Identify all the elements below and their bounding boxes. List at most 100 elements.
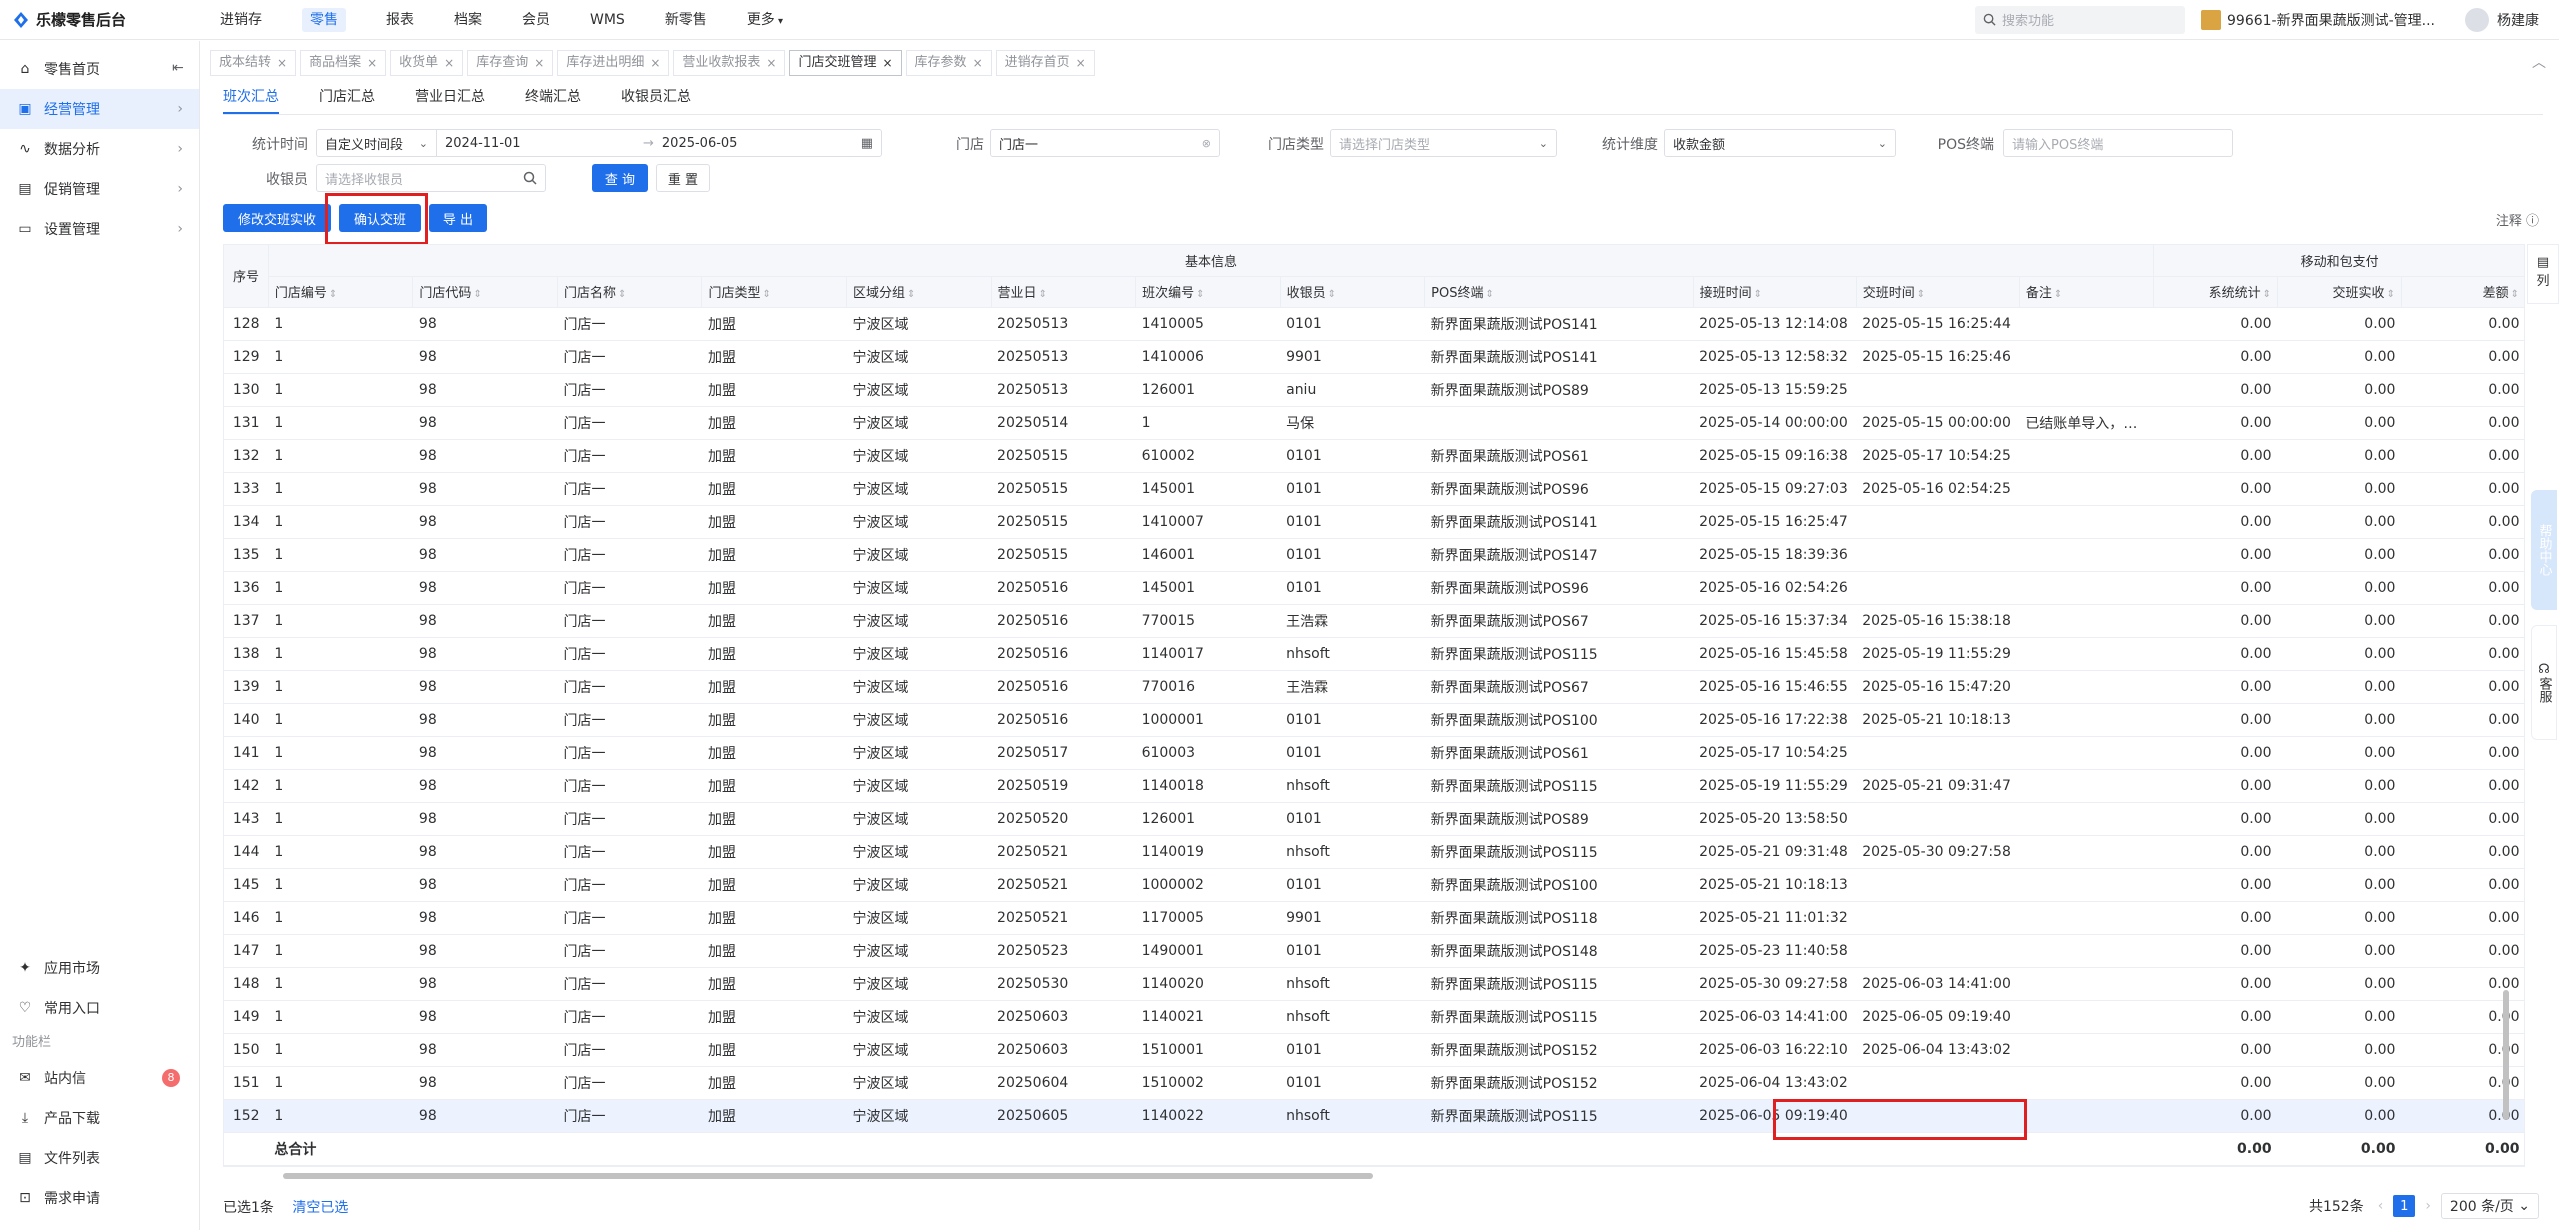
table-row[interactable]: 135 1 98 门店一 加盟 宁波区域 20250515 146001 0101 新界面果蔬版测… — [224, 538, 2524, 572]
sidebar-bottom-0[interactable]: ✦ 应用市场 — [0, 948, 200, 988]
collapse-sidebar-icon[interactable]: ⇤ — [172, 60, 184, 76]
column-header[interactable]: 差额 ⇕ — [2401, 276, 2524, 308]
close-icon[interactable]: × — [1076, 51, 1086, 75]
table-row[interactable]: 141 1 98 门店一 加盟 宁波区域 20250517 610003 0101 新界面果蔬版测… — [224, 736, 2524, 770]
sidebar-tool-3[interactable]: ⊡ 需求申请 — [0, 1178, 200, 1218]
column-header[interactable]: 门店编号 ⇕ — [268, 276, 414, 308]
nav-item-4[interactable]: 会员 — [502, 0, 570, 40]
sidebar-item-0[interactable]: ⌂ 零售首页 — [0, 49, 199, 89]
sidebar-item-4[interactable]: ▭ 设置管理 › — [0, 209, 199, 249]
sidebar-tool-0[interactable]: ✉ 站内信 8 — [0, 1058, 200, 1098]
nav-item-7[interactable]: 更多 ▾ — [727, 0, 803, 40]
subtab-2[interactable]: 营业日汇总 — [415, 86, 485, 114]
app-logo[interactable]: 乐檬零售后台 — [0, 9, 200, 30]
sort-icon[interactable]: ⇕ — [1754, 289, 1762, 300]
close-icon[interactable]: × — [766, 51, 776, 75]
column-header[interactable]: 门店代码 ⇕ — [412, 276, 558, 308]
column-header[interactable]: 接班时间 ⇕ — [1693, 276, 1857, 308]
table-row[interactable]: 140 1 98 门店一 加盟 宁波区域 20250516 1000001 0101 新界面果蔬版… — [224, 703, 2524, 737]
prev-page-icon[interactable]: ‹ — [2378, 1198, 2384, 1214]
column-header[interactable]: 系统统计 ⇕ — [2153, 276, 2279, 308]
sidebar-item-2[interactable]: ∿ 数据分析 › — [0, 129, 199, 169]
table-row[interactable]: 132 1 98 门店一 加盟 宁波区域 20250515 610002 0101 新界面果蔬版测… — [224, 439, 2524, 473]
table-row[interactable]: 130 1 98 门店一 加盟 宁波区域 20250513 126001 aniu 新界面果蔬版测… — [224, 373, 2524, 407]
column-header[interactable]: 营业日 ⇕ — [991, 276, 1137, 308]
date-range-field[interactable]: 自定义时间段 ⌄ 2024-11-01 → 2025-06-05 ▦ — [316, 129, 882, 157]
subtab-0[interactable]: 班次汇总 — [223, 86, 279, 114]
table-row[interactable]: 134 1 98 门店一 加盟 宁波区域 20250515 1410007 0101 新界面果蔬版… — [224, 505, 2524, 539]
sidebar-bottom-1[interactable]: ♡ 常用入口 — [0, 988, 200, 1028]
subtab-1[interactable]: 门店汇总 — [319, 86, 375, 114]
export-button[interactable]: 导 出 — [429, 204, 487, 232]
date-from[interactable]: 2024-11-01 — [445, 136, 635, 151]
close-icon[interactable]: × — [367, 51, 377, 75]
sort-icon[interactable]: ⇕ — [1196, 289, 1204, 300]
sidebar-item-3[interactable]: ▤ 促销管理 › — [0, 169, 199, 209]
table-row[interactable]: 144 1 98 门店一 加盟 宁波区域 20250521 1140019 nhsoft 新界面果… — [224, 835, 2524, 869]
nav-item-6[interactable]: 新零售 — [645, 0, 727, 40]
table-row[interactable]: 128 1 98 门店一 加盟 宁波区域 20250513 1410005 0101 新界面果蔬版… — [224, 307, 2524, 341]
customer-service-button[interactable]: ☊ 客服 — [2531, 625, 2557, 740]
note-link[interactable]: 注释 ⓘ — [2496, 210, 2539, 229]
page-number-button[interactable]: 1 — [2393, 1195, 2416, 1217]
table-row[interactable]: 133 1 98 门店一 加盟 宁波区域 20250515 145001 0101 新界面果蔬版测… — [224, 472, 2524, 506]
column-header[interactable]: 备注 ⇕ — [2019, 276, 2155, 308]
clear-icon[interactable]: ⊗ — [1202, 137, 1211, 150]
reset-button[interactable]: 重 置 — [656, 164, 710, 192]
table-row[interactable]: 146 1 98 门店一 加盟 宁波区域 20250521 1170005 9901 新界面果蔬版… — [224, 901, 2524, 935]
table-row[interactable]: 150 1 98 门店一 加盟 宁波区域 20250603 1510001 0101 新界面果蔬版… — [224, 1033, 2524, 1067]
table-row[interactable]: 142 1 98 门店一 加盟 宁波区域 20250519 1140018 nhsoft 新界面果… — [224, 769, 2524, 803]
table-row[interactable]: 131 1 98 门店一 加盟 宁波区域 20250514 1 马保 2025-05-14 00:… — [224, 406, 2524, 440]
column-header[interactable]: 交班实收 ⇕ — [2277, 276, 2402, 308]
table-row[interactable]: 151 1 98 门店一 加盟 宁波区域 20250604 1510002 0101 新界面果蔬版… — [224, 1066, 2524, 1100]
page-tab-2[interactable]: 收货单 × — [390, 50, 464, 76]
horizontal-scrollbar[interactable] — [223, 1170, 2525, 1182]
store-select[interactable]: 门店一 ⊗ — [990, 129, 1220, 157]
close-icon[interactable]: × — [973, 51, 983, 75]
close-icon[interactable]: × — [650, 51, 660, 75]
page-tab-7[interactable]: 库存参数 × — [905, 50, 992, 76]
query-button[interactable]: 查 询 — [592, 164, 648, 192]
store-switcher[interactable]: 99661-新界面果蔬版测试-管理... — [2201, 9, 2435, 30]
table-row[interactable]: 149 1 98 门店一 加盟 宁波区域 20250603 1140021 nhsoft 新界面果… — [224, 1000, 2524, 1034]
store-type-select[interactable]: 请选择门店类型 ⌄ — [1330, 129, 1557, 157]
close-icon[interactable]: × — [277, 51, 287, 75]
page-tab-3[interactable]: 库存查询 × — [467, 50, 554, 76]
tabs-collapse-icon[interactable]: ︿ — [2532, 52, 2546, 72]
sort-icon[interactable]: ⇕ — [2511, 289, 2519, 300]
subtab-3[interactable]: 终端汇总 — [525, 86, 581, 114]
cashier-select[interactable]: 请选择收银员 — [316, 164, 546, 192]
sort-icon[interactable]: ⇕ — [1039, 289, 1047, 300]
page-size-select[interactable]: 200 条/页 ⌄ — [2440, 1193, 2539, 1219]
close-icon[interactable]: × — [444, 51, 454, 75]
sort-icon[interactable]: ⇕ — [763, 289, 771, 300]
column-header[interactable]: 门店名称 ⇕ — [557, 276, 703, 308]
table-row[interactable]: 147 1 98 门店一 加盟 宁波区域 20250523 1490001 0101 新界面果蔬版… — [224, 934, 2524, 968]
table-row[interactable]: 137 1 98 门店一 加盟 宁波区域 20250516 770015 王浩霖 新界面果蔬版测试… — [224, 604, 2524, 638]
column-settings-button[interactable]: ▤ 列 — [2527, 244, 2559, 304]
table-row[interactable]: 139 1 98 门店一 加盟 宁波区域 20250516 770016 王浩霖 新界面果蔬版测试… — [224, 670, 2524, 704]
column-header[interactable]: 交班时间 ⇕ — [1856, 276, 2020, 308]
page-tab-6[interactable]: 门店交班管理 × — [789, 50, 902, 76]
next-page-icon[interactable]: › — [2425, 1198, 2431, 1214]
close-icon[interactable]: × — [534, 51, 544, 75]
sort-icon[interactable]: ⇕ — [329, 289, 337, 300]
column-header[interactable]: 区域分组 ⇕ — [846, 276, 992, 308]
vertical-scrollbar[interactable] — [2502, 310, 2510, 1125]
table-row[interactable]: 152 1 98 门店一 加盟 宁波区域 20250605 1140022 nhsoft 新界面果… — [224, 1099, 2524, 1133]
time-mode-select[interactable]: 自定义时间段 ⌄ — [317, 130, 437, 156]
close-icon[interactable]: × — [882, 51, 892, 75]
date-to[interactable]: 2025-06-05 — [662, 136, 822, 151]
sort-icon[interactable]: ⇕ — [2387, 289, 2395, 300]
page-tab-4[interactable]: 库存进出明细 × — [557, 50, 670, 76]
table-row[interactable]: 145 1 98 门店一 加盟 宁波区域 20250521 1000002 0101 新界面果蔬版… — [224, 868, 2524, 902]
sort-icon[interactable]: ⇕ — [2263, 289, 2271, 300]
clear-selection-link[interactable]: 清空已选 — [292, 1200, 348, 1216]
modify-shift-receipt-button[interactable]: 修改交班实收 — [223, 204, 331, 232]
sort-icon[interactable]: ⇕ — [618, 289, 626, 300]
sort-icon[interactable]: ⇕ — [2054, 289, 2062, 300]
page-tab-0[interactable]: 成本结转 × — [210, 50, 297, 76]
sort-icon[interactable]: ⇕ — [473, 289, 481, 300]
sort-icon[interactable]: ⇕ — [1917, 289, 1925, 300]
subtab-4[interactable]: 收银员汇总 — [621, 86, 691, 114]
